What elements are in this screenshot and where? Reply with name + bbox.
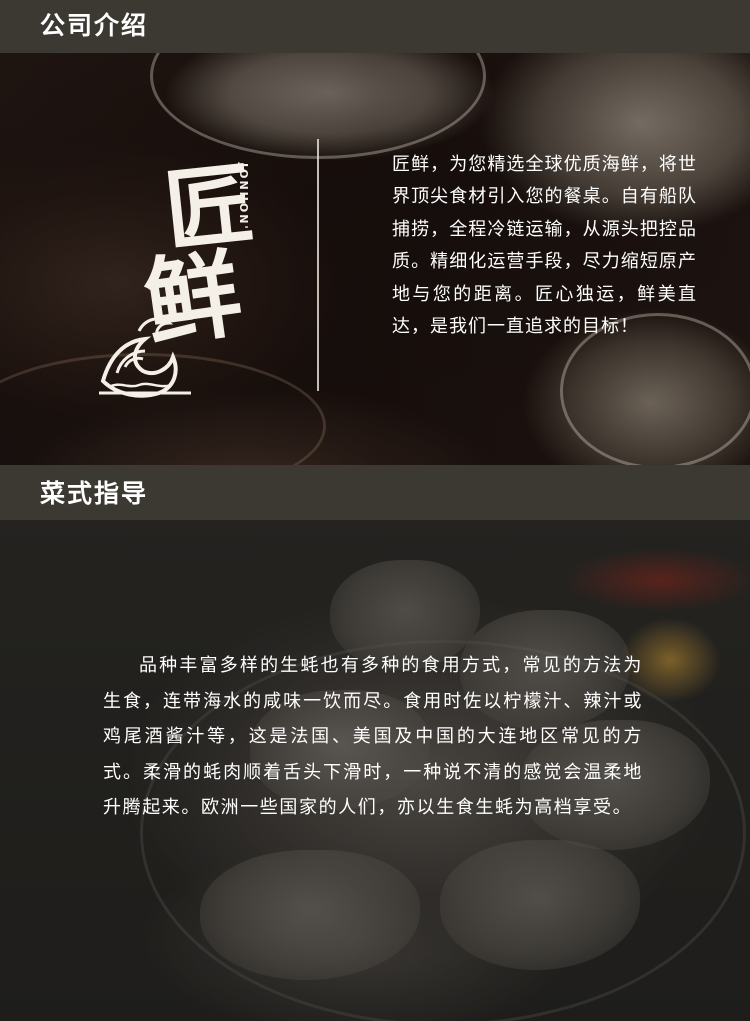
brand-logo: 匠 鲜 JONHON'S: [95, 151, 270, 408]
dish-guide-banner: 品种丰富多样的生蚝也有多种的食用方式，常见的方法为生食，连带海水的咸味一饮而尽。…: [0, 520, 750, 1021]
section-title-company: 公司介绍: [0, 0, 750, 53]
dish-guide-description: 品种丰富多样的生蚝也有多种的食用方式，常见的方法为生食，连带海水的咸味一饮而尽。…: [103, 655, 643, 818]
logo-latin-text: JONHON'S: [237, 163, 250, 241]
section-title-dishes: 菜式指导: [0, 465, 750, 520]
company-intro-banner: 匠 鲜 JONHON'S 匠鲜，为您精选全球优质海鲜，将世界顶尖食材引入您的餐桌…: [0, 53, 750, 465]
wave-icon: [99, 317, 191, 398]
company-description: 匠鲜，为您精选全球优质海鲜，将世界顶尖食材引入您的餐桌。自有船队捕捞，全程冷链运…: [392, 154, 697, 338]
vertical-divider: [317, 139, 319, 391]
